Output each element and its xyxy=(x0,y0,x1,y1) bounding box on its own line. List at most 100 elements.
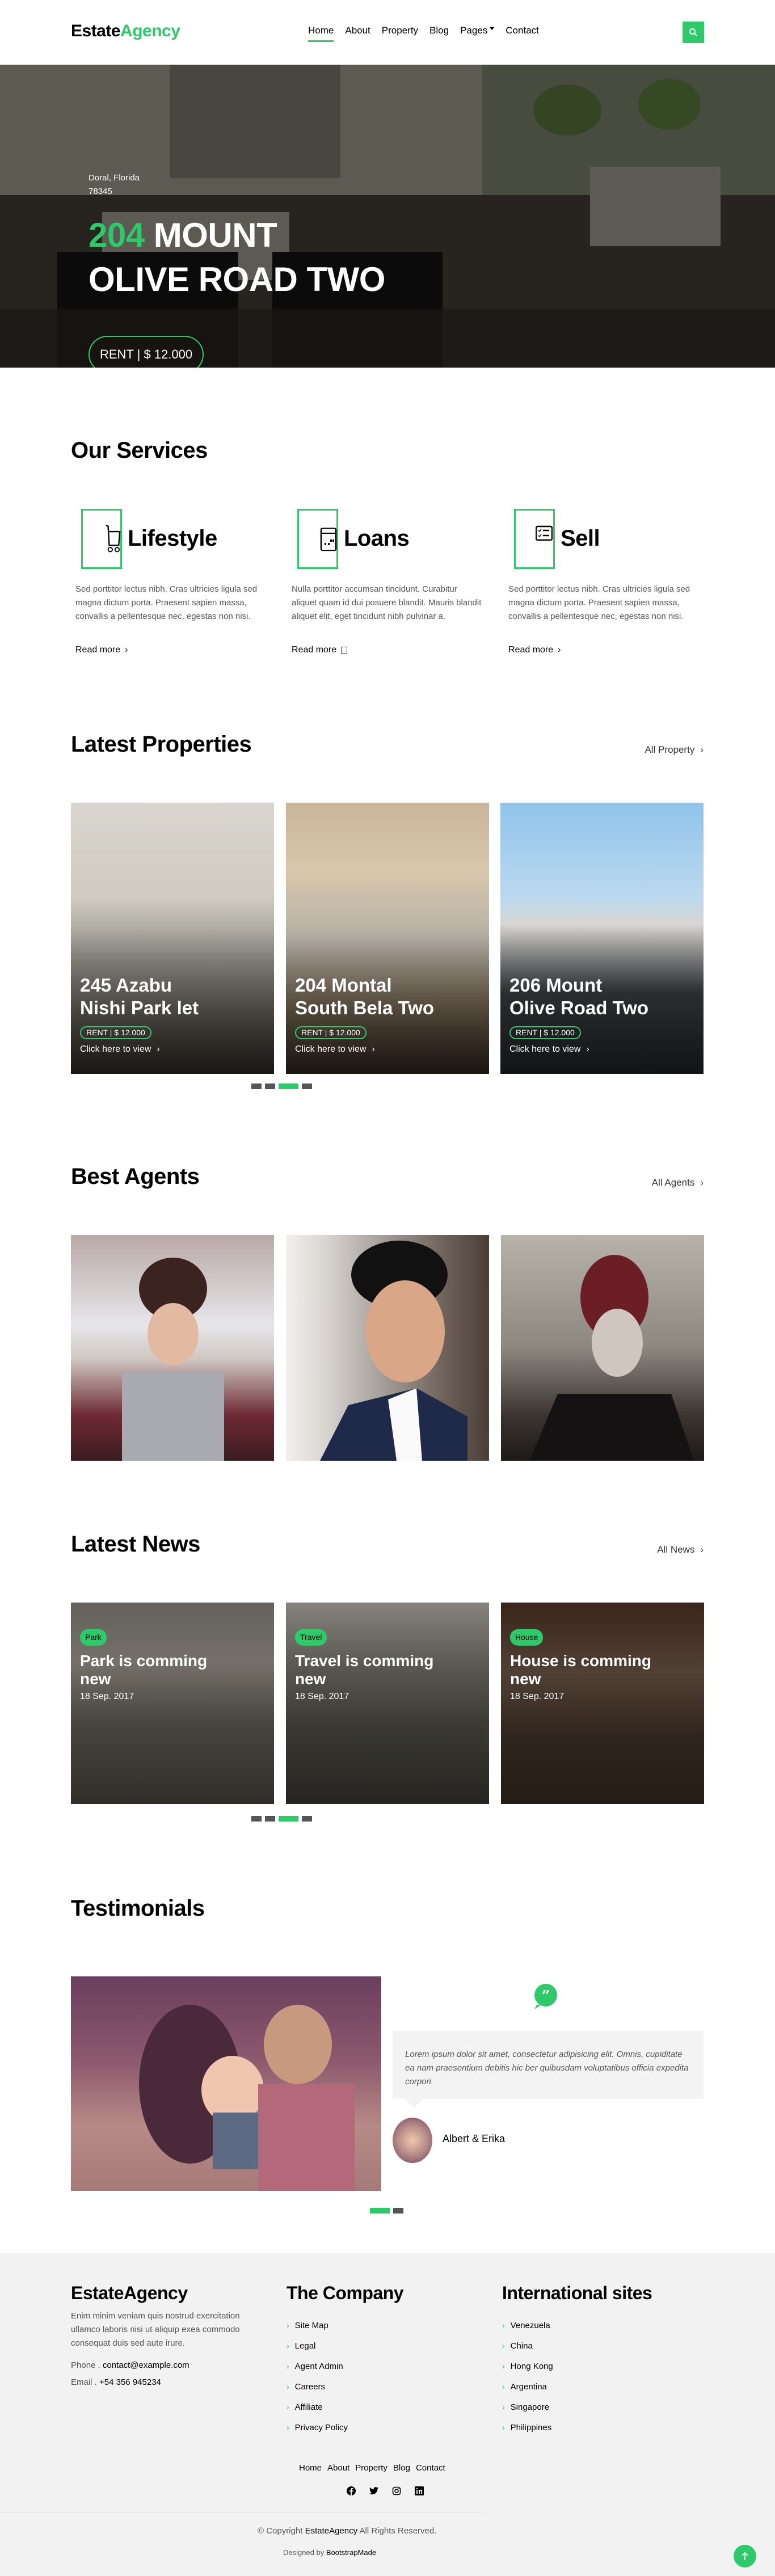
news-title[interactable]: Travel is comming new xyxy=(295,1652,454,1688)
chevron-right-icon: › xyxy=(700,1177,704,1188)
chevron-right-icon: › xyxy=(287,2423,289,2432)
brand-logo[interactable]: EstateAgency xyxy=(71,22,180,41)
instagram-icon[interactable] xyxy=(391,2486,402,2496)
linkedin-icon[interactable] xyxy=(414,2486,424,2496)
news-card[interactable]: Park Park is comming new 18 Sep. 2017 xyxy=(71,1603,274,1804)
news-category-badge[interactable]: Travel xyxy=(295,1629,327,1646)
chevron-right-icon: › xyxy=(287,2321,289,2330)
footer-link-privacy-policy[interactable]: › Privacy Policy xyxy=(287,2417,403,2438)
view-label: Click here to view xyxy=(80,1044,151,1054)
phone-value[interactable]: contact@example.com xyxy=(103,2360,189,2370)
chevron-right-icon: › xyxy=(700,744,704,755)
carousel-dot-active[interactable] xyxy=(370,2208,390,2214)
carousel-dot[interactable] xyxy=(251,1083,262,1089)
news-carousel-indicators xyxy=(251,1816,312,1822)
copyright: © Copyright EstateAgency All Rights Rese… xyxy=(258,2526,436,2536)
footer-company: The Company › Site Map › Legal › Agent Admi… xyxy=(287,2283,404,2438)
nav-pages-dropdown[interactable]: Pages xyxy=(454,22,500,40)
all-property-link[interactable]: All Property › xyxy=(645,744,704,756)
service-title: Lifestyle xyxy=(128,526,217,551)
svg-text:”: ” xyxy=(542,1988,550,2005)
view-property-link[interactable]: Click here to view › xyxy=(80,1044,160,1055)
agent-card[interactable] xyxy=(286,1235,489,1461)
nav-home[interactable]: Home xyxy=(302,22,339,42)
carousel-dot[interactable] xyxy=(393,2208,403,2214)
news-card[interactable]: House House is comming new 18 Sep. 2017 xyxy=(501,1603,704,1804)
hero-carousel: Doral, Florida 78345 204 MOUNT OLIVE ROA… xyxy=(0,65,775,368)
property-price-badge: RENT | $ 12.000 xyxy=(509,1026,581,1039)
agents-title: Best Agents xyxy=(71,1164,200,1189)
news-category-badge[interactable]: House xyxy=(510,1629,544,1646)
footer-nav-about[interactable]: About xyxy=(327,2463,349,2473)
nav-contact[interactable]: Contact xyxy=(500,22,545,40)
all-property-label: All Property xyxy=(645,744,695,755)
footer-nav-home[interactable]: Home xyxy=(299,2463,322,2473)
footer-link-hong-kong[interactable]: › Hong Kong xyxy=(502,2356,652,2376)
twitter-icon[interactable] xyxy=(369,2486,379,2496)
designer-link[interactable]: BootstrapMade xyxy=(326,2548,376,2557)
carousel-dot[interactable] xyxy=(265,1816,275,1822)
navbar: EstateAgency Home About Property Blog Pa… xyxy=(0,0,775,65)
carousel-dot-active[interactable] xyxy=(279,1083,298,1089)
properties-carousel-indicators xyxy=(251,1083,312,1089)
email-value[interactable]: +54 356 945234 xyxy=(99,2377,161,2387)
footer-link-china[interactable]: › China xyxy=(502,2335,652,2356)
news-date: 18 Sep. 2017 xyxy=(80,1692,134,1701)
nav-about[interactable]: About xyxy=(339,22,376,40)
news-title[interactable]: Park is comming new xyxy=(80,1652,239,1688)
hero-zip: 78345 xyxy=(89,187,112,196)
property-title-line1: 206 Mount xyxy=(509,975,603,996)
footer-link-careers[interactable]: › Careers xyxy=(287,2376,403,2397)
carousel-dot[interactable] xyxy=(302,1083,312,1089)
search-button[interactable] xyxy=(683,22,704,43)
all-news-link[interactable]: All News › xyxy=(657,1544,704,1555)
footer-link-agent-admin[interactable]: › Agent Admin xyxy=(287,2356,403,2376)
read-more-link[interactable]: Read more › xyxy=(75,645,128,655)
chevron-right-icon: › xyxy=(502,2341,505,2350)
carousel-dot-active[interactable] xyxy=(279,1816,298,1822)
hero-title-line1: MOUNT xyxy=(144,216,277,254)
back-to-top-button[interactable] xyxy=(734,2545,756,2567)
service-title: Loans xyxy=(344,526,410,551)
footer-link-site-map[interactable]: › Site Map xyxy=(287,2315,403,2335)
footer-link-venezuela[interactable]: › Venezuela xyxy=(502,2315,652,2335)
footer-nav-blog[interactable]: Blog xyxy=(393,2463,410,2473)
nav-property[interactable]: Property xyxy=(376,22,424,40)
news-title[interactable]: House is comming new xyxy=(510,1652,669,1688)
view-property-link[interactable]: Click here to view › xyxy=(509,1044,589,1055)
view-property-link[interactable]: Click here to view › xyxy=(295,1044,375,1055)
footer-nav-property[interactable]: Property xyxy=(355,2463,387,2473)
property-card[interactable]: 206 Mount Olive Road Two RENT | $ 12.000 … xyxy=(500,803,704,1074)
read-more-link[interactable]: Read more xyxy=(292,645,348,655)
carousel-dot[interactable] xyxy=(302,1816,312,1822)
news-category-badge[interactable]: Park xyxy=(80,1629,107,1646)
nav-blog[interactable]: Blog xyxy=(424,22,454,40)
read-more-link[interactable]: Read more › xyxy=(508,645,561,655)
footer-link-affiliate[interactable]: › Affiliate xyxy=(287,2397,403,2417)
facebook-icon[interactable] xyxy=(346,2486,356,2496)
property-price-badge: RENT | $ 12.000 xyxy=(80,1026,151,1039)
footer-link-philippines[interactable]: › Philippines xyxy=(502,2417,652,2438)
all-agents-link[interactable]: All Agents › xyxy=(652,1177,704,1188)
agent-card[interactable] xyxy=(501,1235,704,1461)
chevron-right-icon: › xyxy=(287,2341,289,2350)
arrow-up-icon xyxy=(742,2552,748,2560)
footer-link-singapore[interactable]: › Singapore xyxy=(502,2397,652,2417)
agent-card[interactable] xyxy=(71,1235,274,1461)
carousel-dot[interactable] xyxy=(251,1816,262,1822)
service-description: Nulla porttitor accumsan tincidunt. Cura… xyxy=(292,584,482,621)
carousel-dot[interactable] xyxy=(265,1083,275,1089)
social-links xyxy=(346,2486,424,2496)
footer-link-argentina[interactable]: › Argentina xyxy=(502,2376,652,2397)
service-title: Sell xyxy=(561,526,600,551)
property-card[interactable]: 204 Montal South Bela Two RENT | $ 12.000… xyxy=(286,803,489,1074)
news-card[interactable]: Travel Travel is comming new 18 Sep. 201… xyxy=(286,1603,489,1804)
property-card[interactable]: 245 Azabu Nishi Park let RENT | $ 12.000 … xyxy=(71,803,274,1074)
link-label: Singapore xyxy=(510,2402,550,2412)
hero-price-button[interactable]: RENT | $ 12.000 xyxy=(89,336,204,368)
footer-link-legal[interactable]: › Legal xyxy=(287,2335,403,2356)
property-title-line2: Olive Road Two xyxy=(509,997,649,1018)
link-label: Site Map xyxy=(294,2320,328,2330)
company-links: › Site Map › Legal › Agent Admin › Careers ›… xyxy=(287,2315,403,2438)
footer-nav-contact[interactable]: Contact xyxy=(416,2463,445,2473)
